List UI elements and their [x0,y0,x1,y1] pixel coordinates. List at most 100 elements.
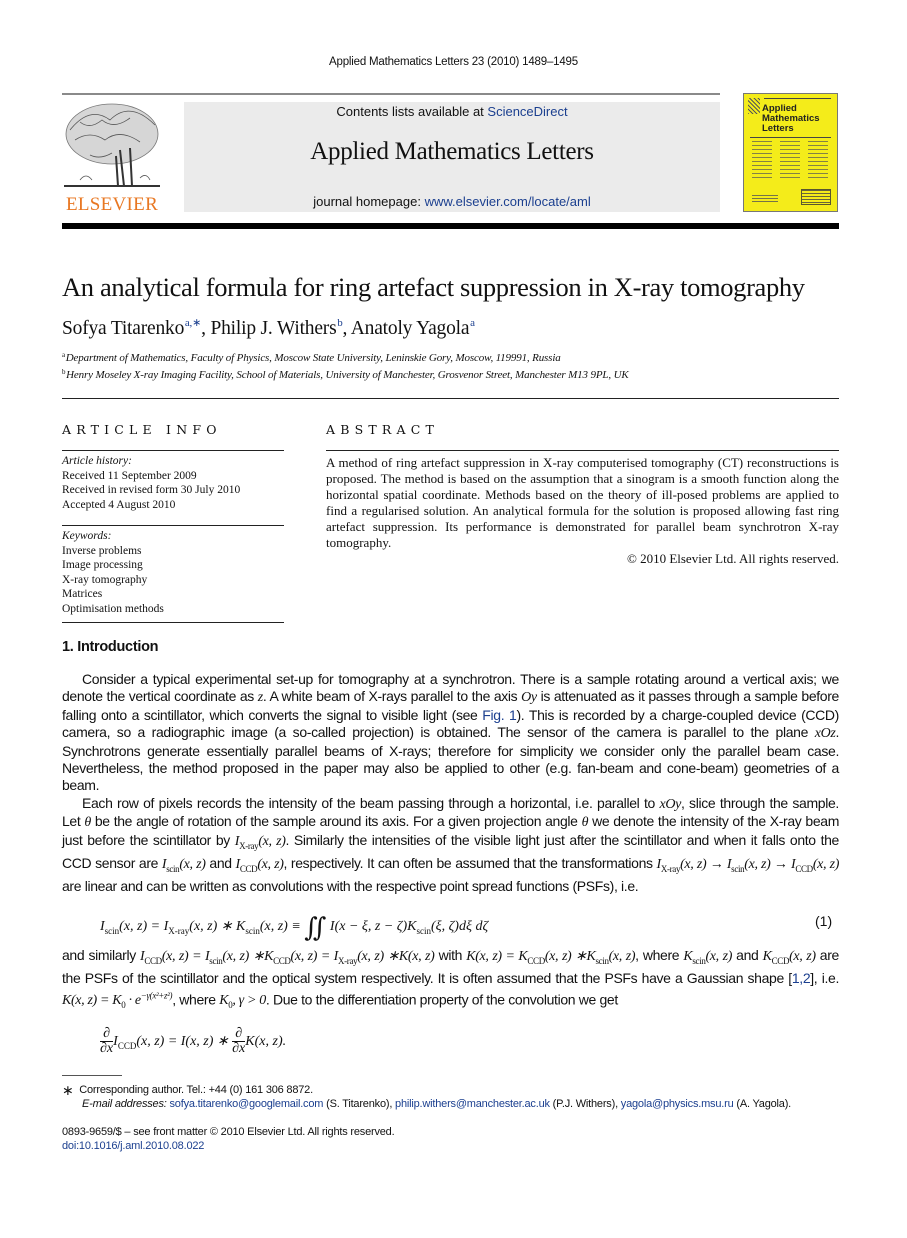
cover-top-rule [764,98,831,99]
article-title: An analytical formula for ring artefact … [62,272,805,302]
math: K(x, z) = K0 · e−γ(x²+z²) [62,990,173,1011]
affiliation-text: Department of Mathematics, Faculty of Ph… [65,352,561,364]
tree-icon [64,103,160,187]
text: , where [172,991,220,1008]
divider [62,450,284,451]
doi-link[interactable]: doi:10.1016/j.aml.2010.08.022 [62,1140,204,1152]
math: xOz [814,726,836,742]
paragraph: Each row of pixels records the intensity… [62,795,839,896]
math: Iscin(x, z) [161,857,206,874]
text: , where [635,947,684,963]
cover-logo-icon [748,98,760,114]
contents-prefix: Contents lists available at [336,104,488,119]
article-history: Article history: Received 11 September 2… [62,454,240,512]
math: IX-ray(x, z) [234,833,286,851]
keyword: Image processing [62,559,143,571]
journal-title: Applied Mathematics Letters [310,138,594,165]
author-affiliation-link[interactable]: a [470,317,475,329]
cover-sciencedirect-mark [752,195,778,203]
cover-editor-column [752,141,772,179]
keywords-label: Keywords: [62,530,112,542]
abstract-copyright: © 2010 Elsevier Ltd. All rights reserved… [626,551,839,566]
text: . A white beam of X-rays parallel to the… [262,688,522,705]
article-info-heading: ARTICLE INFO [62,422,222,437]
cover-rule [750,137,831,138]
math: K0, γ > 0 [219,993,266,1011]
text: be the angle of rotation of the sample a… [90,813,582,830]
keyword: Inverse problems [62,544,142,557]
affiliation-text: Henry Moseley X-ray Imaging Facility, Sc… [66,369,629,381]
footnote-text: Corresponding author. Tel.: +44 (0) 161 … [79,1084,313,1096]
author-name: Sofya Titarenko [62,318,185,339]
running-head: Applied Mathematics Letters 23 (2010) 14… [329,56,578,68]
equation-1: Iscin(x, z) = IX-ray(x, z) ∗ Kscin(x, z)… [100,913,489,943]
email-link[interactable]: sofya.titarenko@googlemail.com [170,1098,324,1110]
divider [62,622,284,623]
elsevier-wordmark[interactable]: ELSEVIER [60,194,164,216]
cover-editor-column [808,141,828,179]
math: xOy [659,797,681,812]
abstract-text: A method of ring artefact suppression in… [326,455,839,550]
text: Each row of pixels records the intensity… [82,795,660,811]
journal-cover-thumbnail[interactable]: Applied Mathematics Letters [743,93,838,212]
affiliation-mark: b [62,368,66,376]
math: ICCD(x, z) [235,857,284,874]
section-heading-introduction: 1. Introduction [62,639,159,655]
text: are linear and can be written as convolu… [62,878,639,895]
section-divider [62,398,839,399]
homepage-line: journal homepage: www.elsevier.com/locat… [184,194,720,209]
math: KCCD(x, z) [762,949,816,966]
history-item: Accepted 4 August 2010 [62,498,176,511]
figure-link[interactable]: Fig. 1 [482,707,517,723]
keyword: X-ray tomography [62,573,148,586]
text: and [205,855,236,872]
keyword: Optimisation methods [62,602,164,615]
text: and [732,947,763,963]
math: IX-ray(x, z) → Iscin(x, z) → ICCD(x, z) [656,857,840,874]
author-name: Philip J. Withers [210,318,337,339]
affiliation-mark: a [62,351,65,359]
text: ], i.e. [810,970,839,987]
reference-link[interactable]: 1,2 [792,970,811,986]
divider [326,450,839,451]
abstract-heading: ABSTRACT [326,422,440,437]
affiliation: a Department of Mathematics, Faculty of … [62,351,561,364]
cover-electronic-access-badge [801,189,831,205]
author-affiliation-link[interactable]: b [337,317,343,329]
header-thick-rule [62,223,839,229]
text: and similarly [62,947,141,963]
equation-2: ∂ ∂x ICCD(x, z) = I(x, z) ∗ ∂ ∂x K(x, z). [100,1026,287,1056]
contents-line: Contents lists available at ScienceDirec… [184,104,720,119]
double-integral-symbol: ∬ [304,913,327,943]
text: , respectively. It can often be assumed … [283,855,657,872]
issn-line: 0893-9659/$ – see front matter © 2010 El… [62,1126,395,1138]
math: Kscin(x, z) [683,949,733,966]
journal-homepage-link[interactable]: www.elsevier.com/locate/aml [425,194,591,209]
math: ICCD(x, z) = Iscin(x, z) ∗KCCD(x, z) = I… [140,949,435,966]
homepage-prefix: journal homepage: [313,194,425,209]
cover-title-line: Letters [762,123,794,134]
partial-derivative: ∂ ∂x [232,1026,246,1056]
cover-title: Applied Mathematics Letters [762,104,820,134]
email-link[interactable]: yagola@physics.msu.ru [621,1098,734,1110]
history-item: Received in revised form 30 July 2010 [62,484,241,496]
keywords: Keywords: Inverse problems Image process… [62,529,164,616]
author-name: Anatoly Yagola [350,318,470,339]
math: Oy [521,690,537,706]
email-label: E-mail addresses: [82,1098,170,1110]
author-affiliation-link[interactable]: a,∗ [185,317,201,329]
author-list: Sofya Titarenko a,∗, Philip J. Withers b… [62,317,475,339]
footnote-emails: E-mail addresses: sofya.titarenko@google… [82,1098,791,1110]
paragraph: Consider a typical experimental set-up f… [62,671,839,795]
affiliation: b Henry Moseley X-ray Imaging Facility, … [62,368,629,381]
email-owner: (A. Yagola). [733,1098,792,1110]
sciencedirect-link[interactable]: ScienceDirect [487,104,567,119]
footnote-divider [62,1075,122,1076]
asterisk-icon: ∗ [62,1082,74,1098]
article-history-label: Article history: [62,455,132,467]
footnote-corresponding-author: ∗ Corresponding author. Tel.: +44 (0) 16… [62,1082,313,1099]
equation-number: (1) [815,913,833,929]
text: . Due to the differentiation property of… [265,991,618,1008]
doi-line: doi:10.1016/j.aml.2010.08.022 [62,1140,204,1152]
email-link[interactable]: philip.withers@manchester.ac.uk [395,1098,550,1110]
